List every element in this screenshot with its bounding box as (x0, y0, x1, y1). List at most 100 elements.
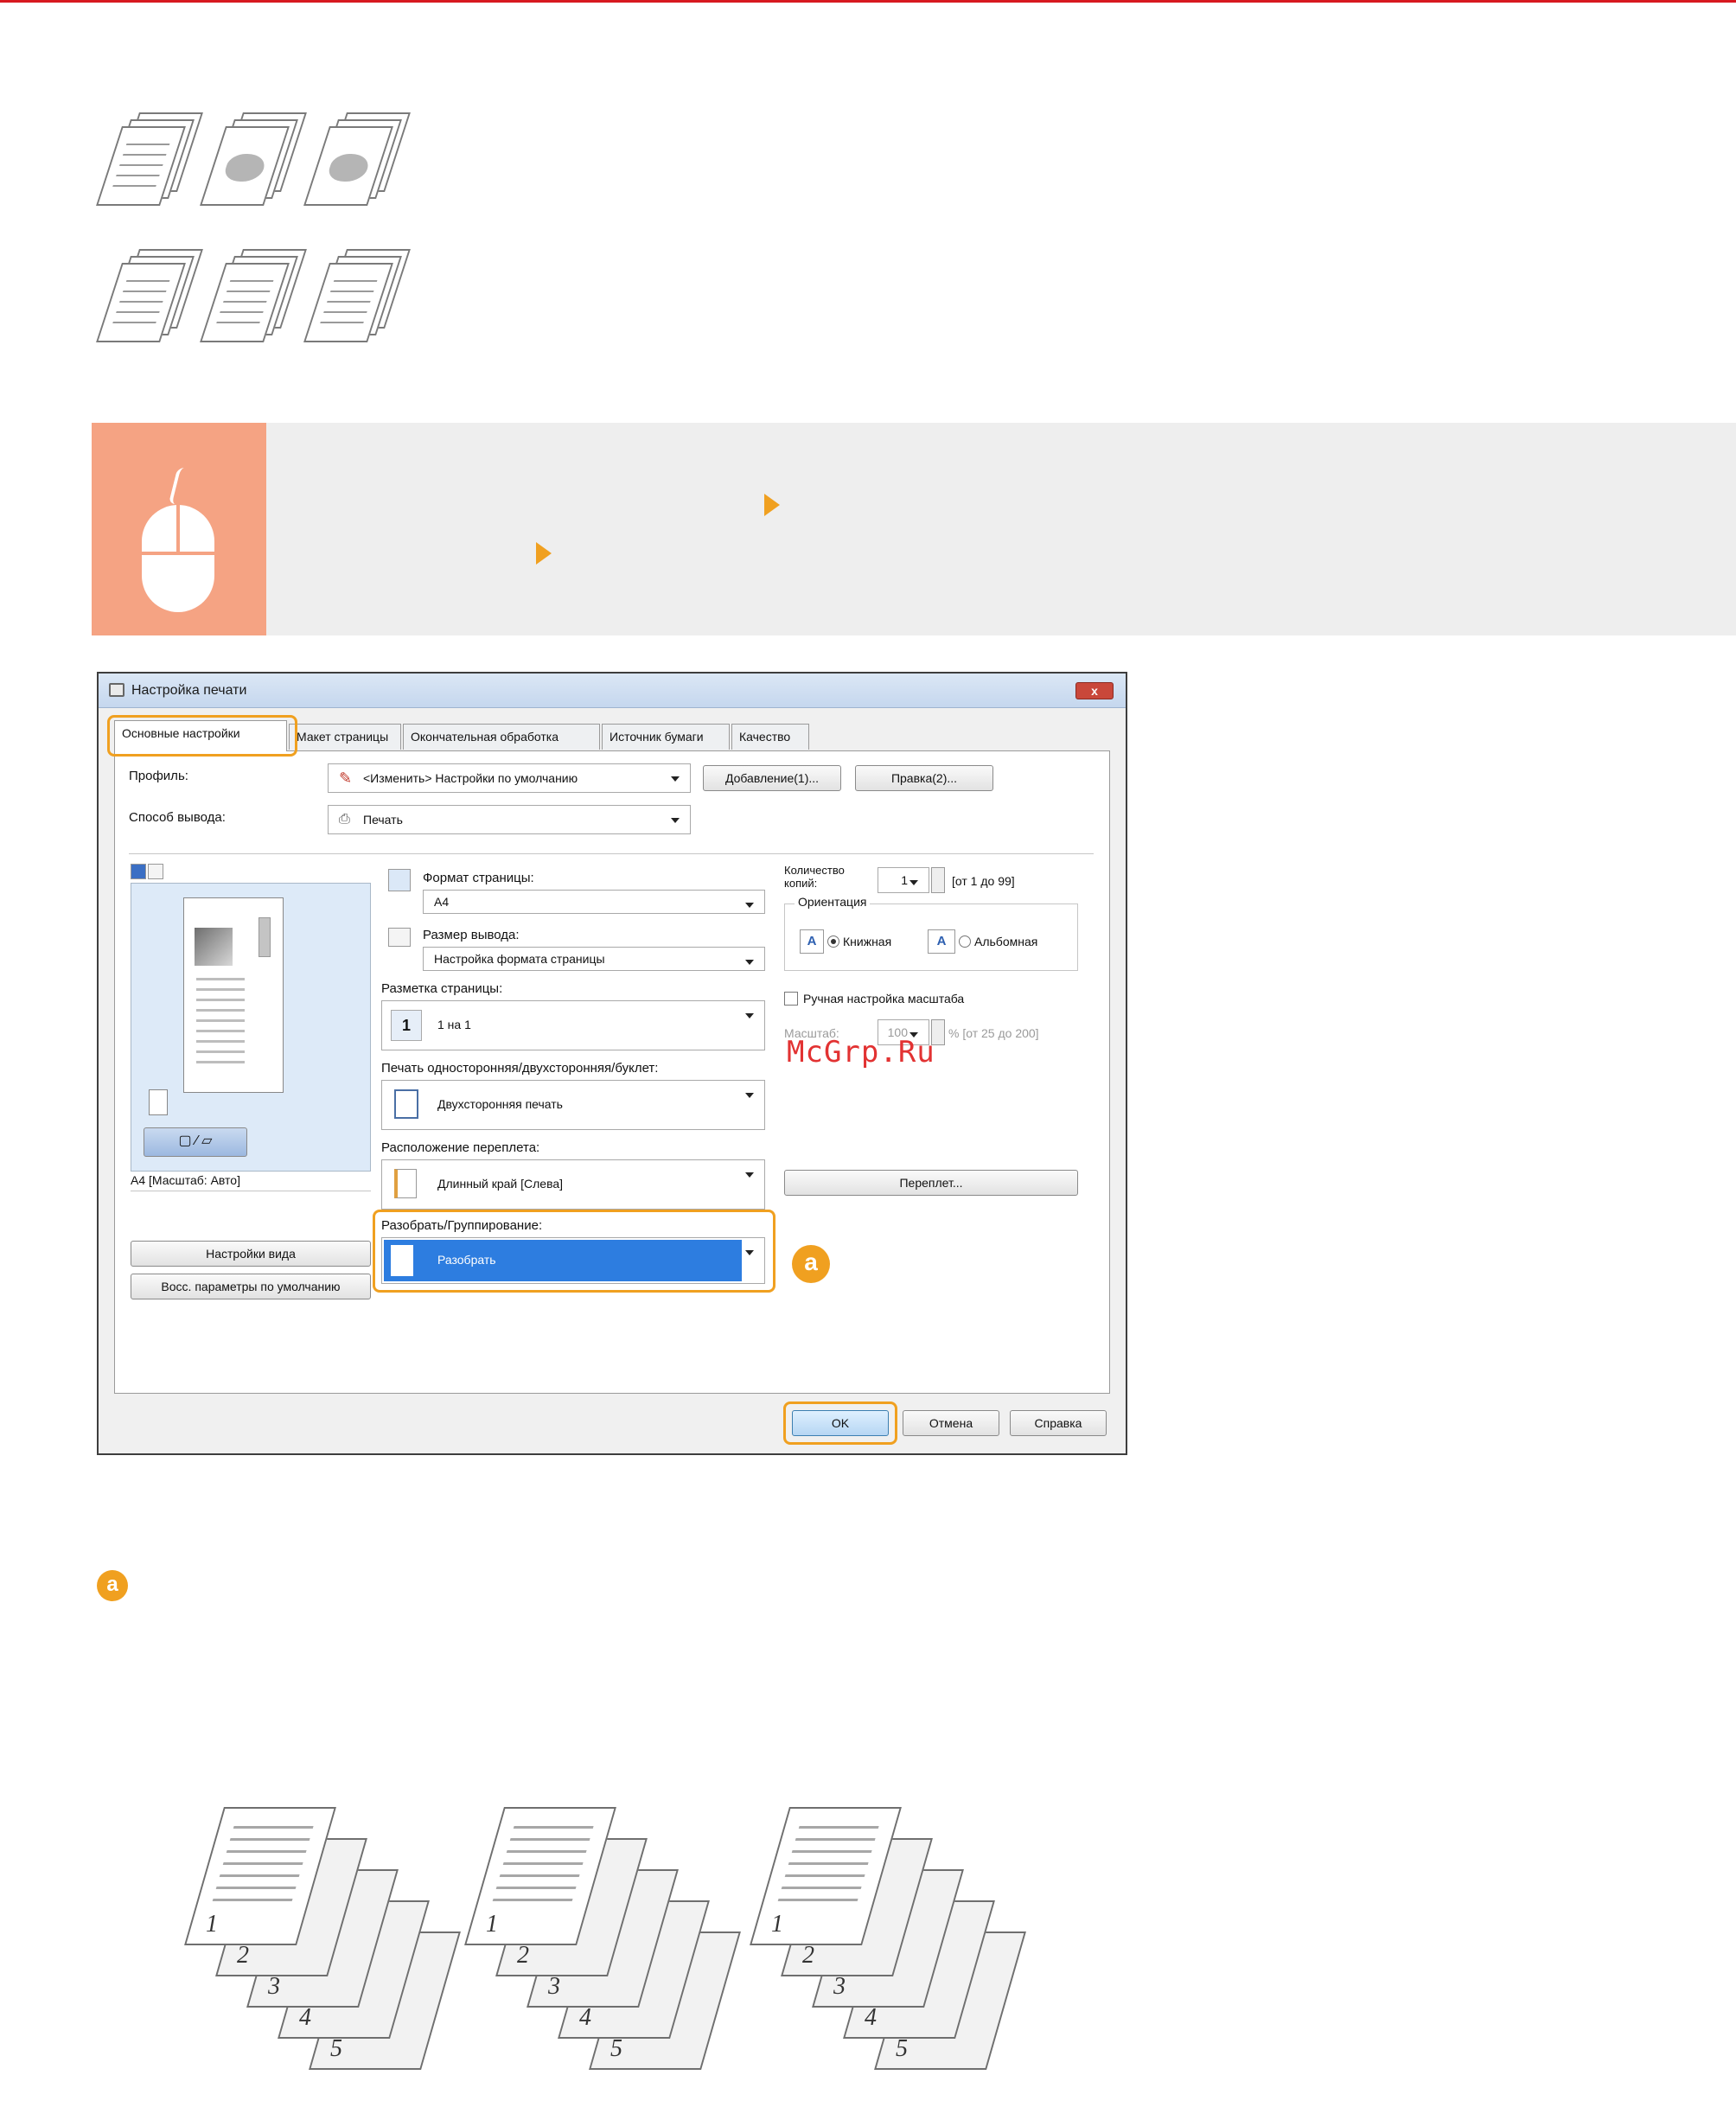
collated-set: 54321 (735, 1807, 1026, 2092)
duplex-select[interactable]: Двухсторонняя печать (381, 1080, 765, 1130)
portrait-label: Книжная (843, 935, 892, 948)
collated-set: 54321 (169, 1807, 461, 2092)
preview-caption: A4 [Масштаб: Авто] (131, 1173, 240, 1187)
settings-panel: Профиль: ✎ <Изменить> Настройки по умолч… (114, 750, 1110, 1394)
duplex-pages-icon: ▢ ⁄ ▱ (178, 1133, 213, 1148)
page-size-icon (388, 869, 411, 891)
pencil-icon: ✎ (339, 769, 353, 787)
stack-map-icon (303, 112, 411, 208)
portrait-icon: A (800, 929, 824, 954)
output-size-label: Размер вывода: (423, 928, 520, 942)
mouse-cord (168, 468, 190, 504)
output-size-icon (388, 928, 411, 947)
stack-image-icon (200, 112, 307, 208)
profile-value: <Изменить> Настройки по умолчанию (363, 771, 578, 785)
page-layout-select[interactable]: 1 1 на 1 (381, 1000, 765, 1050)
page-number: 5 (610, 2035, 622, 2062)
page-size-label: Формат страницы: (423, 871, 534, 885)
stack-text-icon (96, 249, 203, 344)
step-arrow-icon (764, 494, 780, 516)
duplex-label: Печать односторонняя/двухсторонняя/букле… (381, 1061, 659, 1076)
print-settings-dialog: Настройка печати x Основные настройки Ма… (97, 672, 1127, 1455)
manual-scaling-checkbox[interactable] (784, 992, 798, 1006)
page-number: 4 (578, 2004, 591, 2031)
printer-view-icon[interactable] (148, 864, 163, 879)
highlight-collate (373, 1210, 775, 1293)
copies-label: Количество копий: (784, 864, 845, 890)
manual-scaling-label: Ручная настройка масштаба (803, 992, 965, 1006)
restore-defaults-button[interactable]: Восс. параметры по умолчанию (131, 1274, 371, 1299)
top-rule (0, 0, 1736, 3)
output-method-select[interactable]: ⎙ Печать (328, 805, 691, 834)
tab-quality[interactable]: Качество (731, 724, 809, 750)
stack-text-icon (96, 112, 203, 208)
edit-profile-button[interactable]: Правка(2)... (855, 765, 993, 791)
binding-label: Расположение переплета: (381, 1140, 540, 1155)
output-method-value: Печать (363, 813, 403, 827)
binding-select[interactable]: Длинный край [Слева] (381, 1159, 765, 1210)
watermark: McGrp.Ru (787, 1035, 935, 1069)
page-number: 3 (267, 1973, 280, 2000)
copies-range: [от 1 до 99] (952, 874, 1015, 888)
binding-button[interactable]: Переплет... (784, 1170, 1078, 1196)
duplex-view-button[interactable]: ▢ ⁄ ▱ (144, 1127, 247, 1157)
printer-icon: ⎙ (339, 812, 350, 827)
stack-text-icon (303, 249, 411, 344)
page-number: 3 (833, 1973, 846, 2000)
binding-value: Длинный край [Слева] (437, 1177, 564, 1191)
section-marker-a: a (97, 1570, 128, 1601)
duplex-page-icon (394, 1089, 418, 1119)
page-layout-value: 1 на 1 (437, 1018, 471, 1031)
portrait-radio[interactable] (827, 935, 839, 948)
output-size-select[interactable]: Настройка формата страницы (423, 947, 765, 971)
step-arrow-icon (536, 542, 552, 565)
highlight-ok (783, 1401, 897, 1445)
copies-stack-icon (149, 1089, 168, 1115)
preview-page (183, 897, 284, 1093)
profile-select[interactable]: ✎ <Изменить> Настройки по умолчанию (328, 763, 691, 793)
close-button[interactable]: x (1075, 682, 1114, 699)
banner-sidebar (92, 423, 266, 635)
highlight-tab (107, 715, 297, 757)
landscape-label: Альбомная (974, 935, 1038, 948)
page-number: 1 (205, 1911, 218, 1938)
add-profile-button[interactable]: Добавление(1)... (703, 765, 841, 791)
page-number: 2 (236, 1942, 249, 1969)
view-settings-button[interactable]: Настройки вида (131, 1241, 371, 1267)
tab-paper-source[interactable]: Источник бумаги (602, 724, 730, 750)
page-number: 2 (516, 1942, 529, 1969)
page-number: 4 (864, 2004, 877, 2031)
copies-input[interactable]: 1 (878, 867, 929, 893)
binding-edge-icon (394, 1169, 417, 1198)
help-button[interactable]: Справка (1010, 1410, 1107, 1436)
page-layout-icon: 1 (391, 1010, 422, 1041)
cancel-button[interactable]: Отмена (903, 1410, 999, 1436)
tab-finishing[interactable]: Окончательная обработка (403, 724, 600, 750)
page-number: 5 (895, 2035, 908, 2062)
page-size-select[interactable]: A4 (423, 890, 765, 914)
collated-set: 54321 (450, 1807, 741, 2092)
instruction-banner (92, 423, 1736, 635)
profile-label: Профиль: (129, 769, 188, 783)
dialog-titlebar: Настройка печати x (99, 674, 1126, 708)
scaling-range: % [от 25 до 200] (948, 1026, 1039, 1040)
callout-marker-a: a (792, 1245, 830, 1283)
landscape-radio[interactable] (959, 935, 971, 948)
page-number: 5 (329, 2035, 342, 2062)
copies-spinner[interactable] (931, 867, 945, 893)
landscape-icon: A (928, 929, 955, 954)
preview-mode-icon[interactable] (131, 864, 146, 879)
stack-text-icon (200, 249, 307, 344)
dialog-title: Настройка печати (131, 683, 247, 698)
output-method-label: Способ вывода: (129, 810, 226, 825)
page-layout-label: Разметка страницы: (381, 981, 503, 996)
orientation-label: Ориентация (795, 895, 871, 909)
tab-page-layout[interactable]: Макет страницы (289, 724, 401, 750)
page-number: 1 (770, 1911, 783, 1938)
page-number: 4 (298, 2004, 311, 2031)
page-number: 3 (547, 1973, 560, 2000)
printer-icon (109, 683, 124, 697)
page-number: 1 (485, 1911, 498, 1938)
page-number: 2 (801, 1942, 814, 1969)
duplex-value: Двухсторонняя печать (437, 1097, 563, 1111)
